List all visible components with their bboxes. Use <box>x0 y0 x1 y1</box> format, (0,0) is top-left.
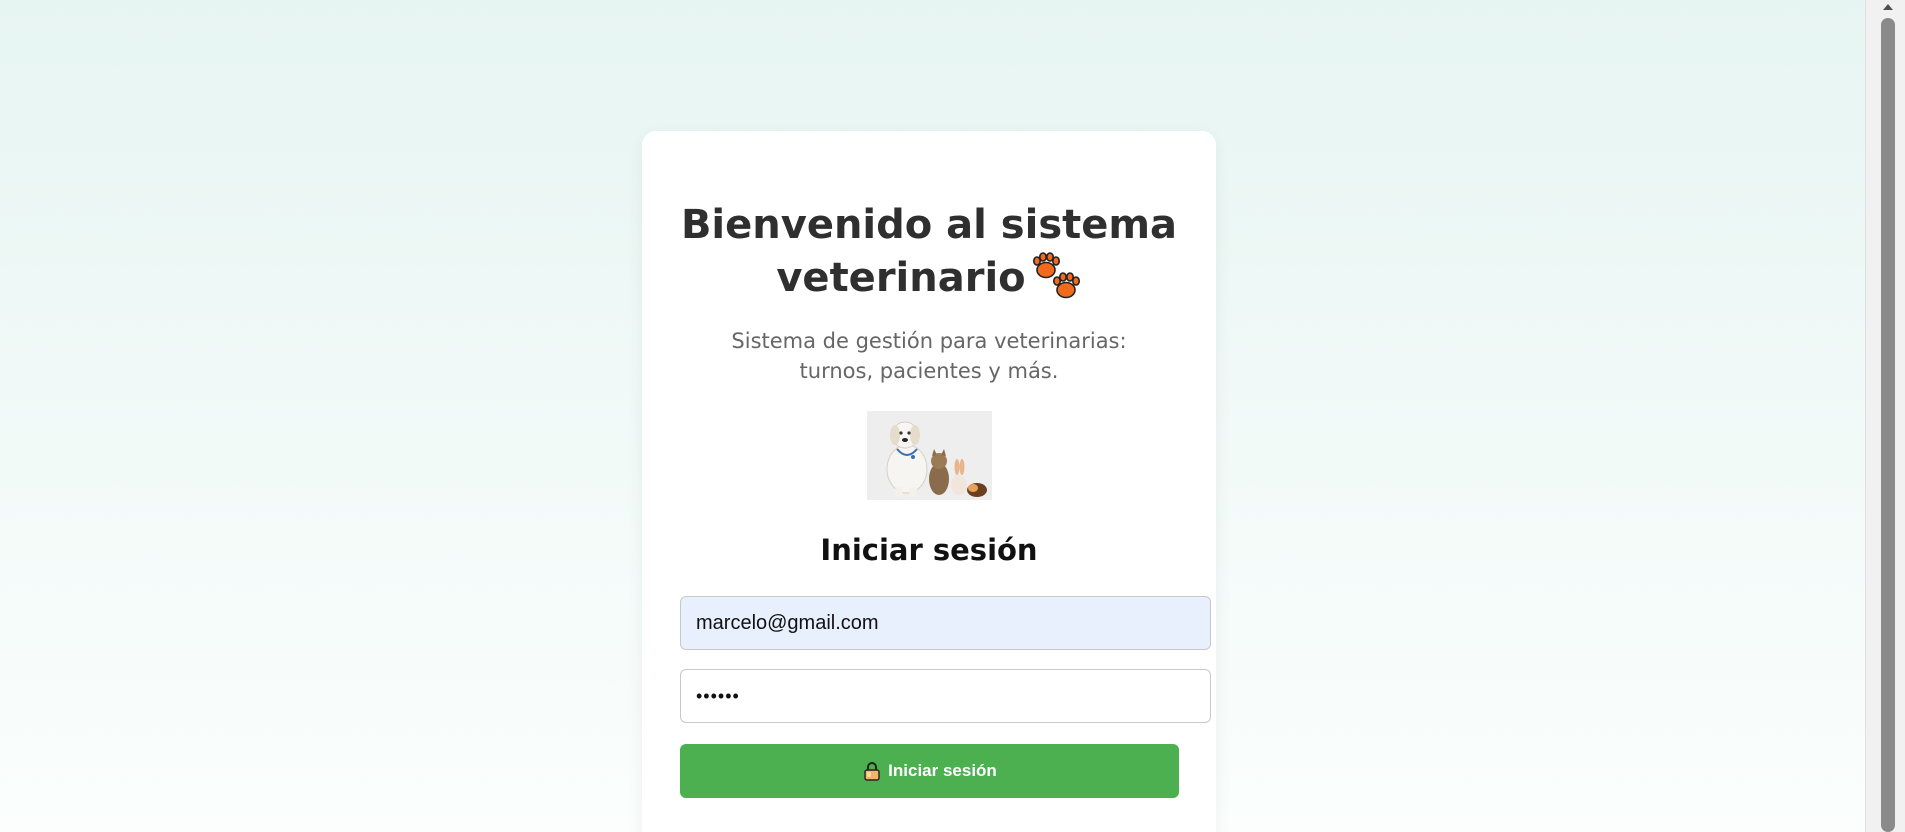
lock-icon <box>862 761 882 781</box>
scrollbar-thumb[interactable] <box>1881 18 1895 832</box>
login-button-label: Iniciar sesión <box>888 761 997 780</box>
password-field[interactable] <box>680 669 1211 723</box>
paw-prints-icon <box>1032 252 1082 300</box>
login-card: Bienvenido al sistema veterinario Sistem… <box>642 131 1216 832</box>
page-background: Bienvenido al sistema veterinario Sistem… <box>0 3 1865 832</box>
login-button[interactable]: Iniciar sesión <box>680 744 1179 798</box>
title-line-1: Bienvenido al sistema <box>680 202 1178 248</box>
pets-hero-image <box>867 411 992 500</box>
page-title: Bienvenido al sistema veterinario <box>642 199 1216 305</box>
login-heading: Iniciar sesión <box>820 533 1038 567</box>
scroll-up-arrow-icon[interactable] <box>1883 4 1893 10</box>
title-line-2: veterinario <box>776 255 1026 301</box>
email-field[interactable] <box>680 596 1211 650</box>
vertical-scrollbar[interactable] <box>1865 0 1905 832</box>
page-subtitle: Sistema de gestión para veterinarias: tu… <box>731 329 1127 383</box>
